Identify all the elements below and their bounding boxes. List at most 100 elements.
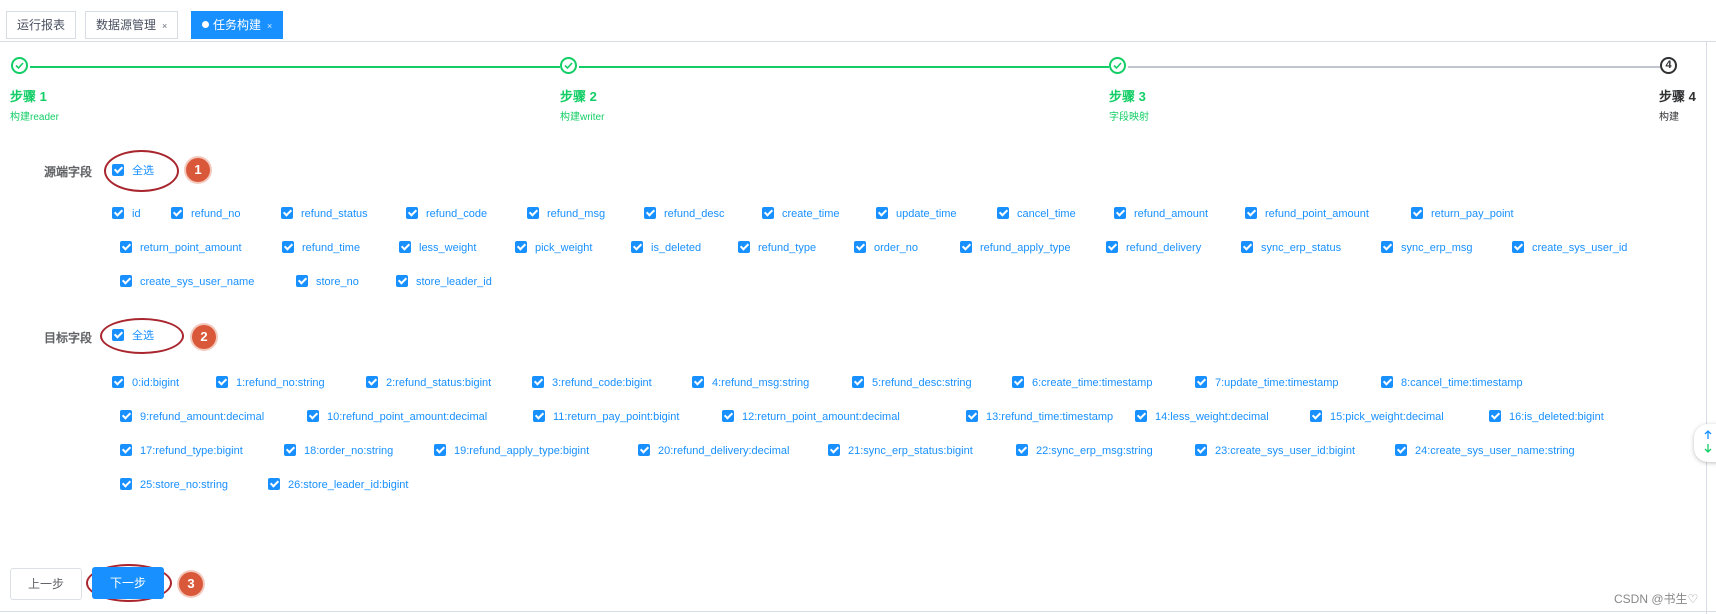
checkbox-checked-icon [112,164,124,176]
checkbox-checked-icon [960,241,972,253]
source-field-checkbox[interactable]: refund_point_amount [1245,206,1369,222]
source-field-checkbox[interactable]: refund_desc [644,206,725,222]
source-field-checkbox[interactable]: refund_amount [1114,206,1208,222]
source-field-checkbox[interactable]: refund_msg [527,206,605,222]
checkbox-checked-icon [532,376,544,388]
source-field-label: less_weight [419,242,477,254]
source-field-checkbox[interactable]: create_sys_user_id [1512,240,1627,256]
source-field-checkbox[interactable]: pick_weight [515,240,592,256]
checkbox-checked-icon [1310,410,1322,422]
target-field-checkbox[interactable]: 18:order_no:string [284,443,393,459]
target-field-checkbox[interactable]: 4:refund_msg:string [692,375,809,391]
checkbox-checked-icon [1512,241,1524,253]
target-field-checkbox[interactable]: 1:refund_no:string [216,375,325,391]
target-field-checkbox[interactable]: 26:store_leader_id:bigint [268,477,408,493]
source-field-checkbox[interactable]: return_pay_point [1411,206,1514,222]
tab-task-build[interactable]: 任务构建 × [191,11,284,39]
source-field-checkbox[interactable]: create_sys_user_name [120,274,254,290]
source-field-label: refund_point_amount [1265,208,1369,220]
target-field-checkbox[interactable]: 6:create_time:timestamp [1012,375,1152,391]
target-field-checkbox[interactable]: 15:pick_weight:decimal [1310,409,1444,425]
checkbox-checked-icon [120,410,132,422]
target-field-label: 12:return_point_amount:decimal [742,411,900,423]
source-field-checkbox[interactable]: refund_type [738,240,816,256]
select-all-label: 全选 [132,330,154,342]
target-field-checkbox[interactable]: 24:create_sys_user_name:string [1395,443,1575,459]
target-field-checkbox[interactable]: 9:refund_amount:decimal [120,409,264,425]
source-field-checkbox[interactable]: refund_apply_type [960,240,1071,256]
source-field-checkbox[interactable]: refund_status [281,206,368,222]
source-field-checkbox[interactable]: update_time [876,206,957,222]
source-field-checkbox[interactable]: less_weight [399,240,476,256]
checkbox-checked-icon [722,410,734,422]
target-field-checkbox[interactable]: 7:update_time:timestamp [1195,375,1339,391]
scroll-toggle-button[interactable] [1694,424,1716,462]
target-field-label: 16:is_deleted:bigint [1509,411,1604,423]
next-step-button[interactable]: 下一步 [92,567,164,599]
target-field-checkbox[interactable]: 16:is_deleted:bigint [1489,409,1604,425]
check-icon [11,57,28,74]
checkbox-checked-icon [1411,207,1423,219]
target-field-checkbox[interactable]: 25:store_no:string [120,477,228,493]
checkbox-checked-icon [1245,207,1257,219]
prev-step-button[interactable]: 上一步 [10,568,82,600]
source-field-checkbox[interactable]: return_point_amount [120,240,242,256]
target-field-checkbox[interactable]: 14:less_weight:decimal [1135,409,1269,425]
step-description: 构建 [1659,112,1679,123]
target-field-checkbox[interactable]: 11:return_pay_point:bigint [533,409,679,425]
target-field-checkbox[interactable]: 12:return_point_amount:decimal [722,409,900,425]
step-connector [1128,66,1660,68]
source-field-label: update_time [896,208,957,220]
source-field-label: refund_amount [1134,208,1208,220]
source-field-label: refund_time [302,242,361,254]
target-field-label: 22:sync_erp_msg:string [1036,445,1153,457]
target-field-checkbox[interactable]: 23:create_sys_user_id:bigint [1195,443,1355,459]
target-field-checkbox[interactable]: 21:sync_erp_status:bigint [828,443,973,459]
source-field-checkbox[interactable]: sync_erp_msg [1381,240,1473,256]
source-field-checkbox[interactable]: refund_time [282,240,360,256]
target-field-label: 15:pick_weight:decimal [1330,411,1444,423]
target-field-checkbox[interactable]: 3:refund_code:bigint [532,375,652,391]
close-icon[interactable]: × [162,21,167,31]
source-field-checkbox[interactable]: create_time [762,206,839,222]
checkbox-checked-icon [171,207,183,219]
target-field-label: 24:create_sys_user_name:string [1415,445,1575,457]
source-field-checkbox[interactable]: id [112,206,141,222]
target-field-checkbox[interactable]: 13:refund_time:timestamp [966,409,1113,425]
target-field-checkbox[interactable]: 2:refund_status:bigint [366,375,491,391]
target-field-label: 14:less_weight:decimal [1155,411,1269,423]
target-field-checkbox[interactable]: 5:refund_desc:string [852,375,972,391]
target-field-checkbox[interactable]: 20:refund_delivery:decimal [638,443,789,459]
source-field-checkbox[interactable]: store_leader_id [396,274,492,290]
source-field-checkbox[interactable]: refund_no [171,206,241,222]
source-field-checkbox[interactable]: is_deleted [631,240,701,256]
target-field-checkbox[interactable]: 8:cancel_time:timestamp [1381,375,1523,391]
tab-label: 任务构建 [213,18,262,32]
target-field-label: 3:refund_code:bigint [552,377,652,389]
source-field-label: cancel_time [1017,208,1076,220]
source-field-checkbox[interactable]: sync_erp_status [1241,240,1341,256]
source-field-label: refund_type [758,242,817,254]
source-select-all[interactable]: 全选 [112,163,154,179]
target-select-all[interactable]: 全选 [112,328,154,344]
tab-datasource[interactable]: 数据源管理 × [85,11,179,39]
target-field-checkbox[interactable]: 22:sync_erp_msg:string [1016,443,1153,459]
target-field-checkbox[interactable]: 17:refund_type:bigint [120,443,243,459]
close-icon[interactable]: × [267,21,272,31]
target-field-checkbox[interactable]: 0:id:bigint [112,375,179,391]
checkbox-checked-icon [216,376,228,388]
source-field-checkbox[interactable]: cancel_time [997,206,1076,222]
step-description: 构建writer [560,112,605,123]
target-field-checkbox[interactable]: 10:refund_point_amount:decimal [307,409,487,425]
step-description: 构建reader [10,112,59,123]
checkbox-checked-icon [828,444,840,456]
tab-run-report[interactable]: 运行报表 [6,11,77,39]
tab-bar: 运行报表 数据源管理 × 任务构建 × [0,0,1716,42]
source-field-checkbox[interactable]: store_no [296,274,359,290]
source-field-checkbox[interactable]: refund_code [406,206,487,222]
source-field-label: sync_erp_status [1261,242,1342,254]
source-field-checkbox[interactable]: order_no [854,240,918,256]
source-field-checkbox[interactable]: refund_delivery [1106,240,1201,256]
target-field-label: 4:refund_msg:string [712,377,810,389]
target-field-checkbox[interactable]: 19:refund_apply_type:bigint [434,443,589,459]
